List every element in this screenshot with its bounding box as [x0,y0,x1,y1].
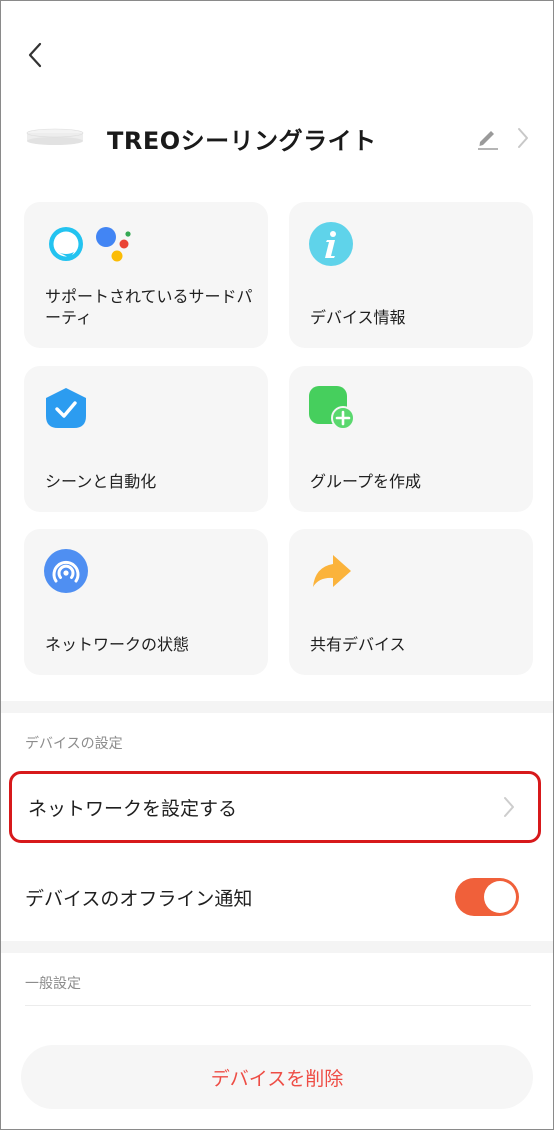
tile-device-info[interactable]: デバイス情報 [289,202,533,348]
chevron-right-icon [518,128,528,148]
delete-device-button[interactable]: デバイスを削除 [21,1045,533,1109]
offline-notification-toggle[interactable] [455,878,519,916]
chevron-left-icon [28,42,42,68]
delete-device-label: デバイスを削除 [210,1067,344,1090]
back-button[interactable] [17,37,53,73]
offline-notification-row: デバイスのオフライン通知 [9,861,541,933]
info-icon [309,222,355,272]
tile-label: サポートされているサードパーティ [45,287,253,327]
device-name: TREOシーリングライト [107,126,377,155]
shield-check-icon [44,386,90,436]
section-divider [1,941,553,953]
tile-label: 共有デバイス [310,635,406,654]
device-settings-screen: TREOシーリングライト サポートされているサードパーティ デバイス情報 シーン… [0,0,554,1130]
tile-label: デバイス情報 [310,308,406,327]
separator-line [25,1005,531,1006]
network-signal-icon [44,549,90,599]
alexa-google-assistant-icons [44,222,144,272]
device-header[interactable]: TREOシーリングライト [25,111,535,165]
chevron-right-icon [504,797,514,817]
network-setup-label: ネットワークを設定する [28,797,238,820]
tile-label: グループを作成 [310,472,422,491]
group-add-icon [309,386,359,440]
tile-create-group[interactable]: グループを作成 [289,366,533,512]
tile-shared-device[interactable]: 共有デバイス [289,529,533,675]
tile-supported-third-party[interactable]: サポートされているサードパーティ [24,202,268,348]
device-detail-chevron[interactable] [511,123,535,153]
tile-label: ネットワークの状態 [45,635,190,654]
offline-notification-label: デバイスのオフライン通知 [25,887,253,910]
ceiling-light-thumbnail [25,111,85,165]
toggle-knob [484,881,516,913]
tile-scenes-automation[interactable]: シーンと自動化 [24,366,268,512]
section-divider [1,701,553,713]
share-arrow-icon [309,549,355,599]
tile-network-status[interactable]: ネットワークの状態 [24,529,268,675]
edit-name-button[interactable] [473,123,503,153]
network-setup-row[interactable]: ネットワークを設定する [9,771,541,843]
pencil-icon [478,131,498,150]
section-title-general-settings: 一般設定 [25,976,81,992]
tile-label: シーンと自動化 [45,472,157,491]
section-title-device-settings: デバイスの設定 [25,736,123,752]
